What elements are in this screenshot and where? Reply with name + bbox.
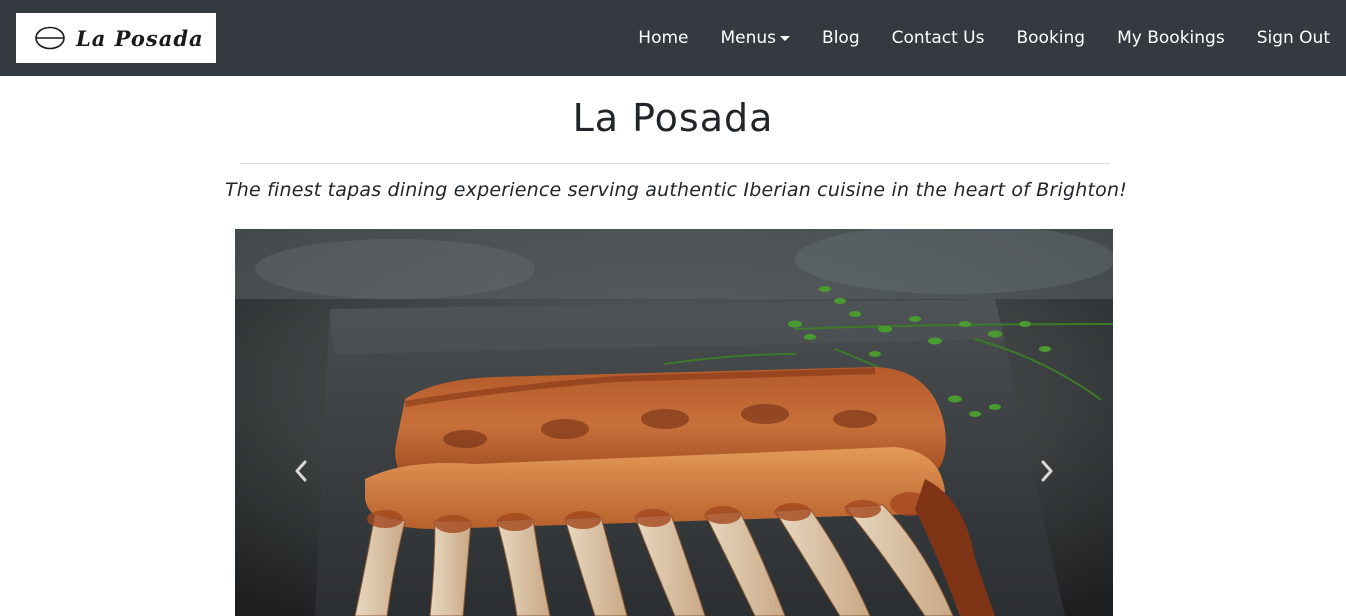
hero-carousel — [235, 229, 1113, 616]
nav-sign-out[interactable]: Sign Out — [1257, 28, 1330, 48]
chevron-right-icon — [1041, 460, 1053, 482]
page-title: La Posada — [572, 96, 774, 140]
tagline: The finest tapas dining experience servi… — [224, 179, 1128, 201]
nav-booking[interactable]: Booking — [1016, 28, 1085, 48]
nav-blog[interactable]: Blog — [822, 28, 860, 48]
plate-logo-icon — [35, 26, 65, 50]
brand-name: La Posada — [76, 25, 204, 51]
nav-menus-label: Menus — [720, 28, 777, 48]
rack-of-lamb-image — [235, 229, 1113, 616]
title-divider — [240, 163, 1110, 164]
brand-logo-link[interactable]: La Posada — [16, 13, 216, 63]
main-nav: Home Menus Blog Contact Us Booking My Bo… — [638, 0, 1330, 76]
carousel-prev-button[interactable] — [286, 451, 316, 491]
navbar: La Posada Home Menus Blog Contact Us Boo… — [0, 0, 1346, 76]
caret-down-icon — [780, 36, 791, 41]
nav-my-bookings[interactable]: My Bookings — [1117, 28, 1225, 48]
nav-contact-us[interactable]: Contact Us — [892, 28, 985, 48]
nav-home[interactable]: Home — [638, 28, 688, 48]
carousel-next-button[interactable] — [1032, 451, 1062, 491]
chevron-left-icon — [295, 460, 307, 482]
nav-menus-dropdown[interactable]: Menus — [721, 28, 791, 48]
